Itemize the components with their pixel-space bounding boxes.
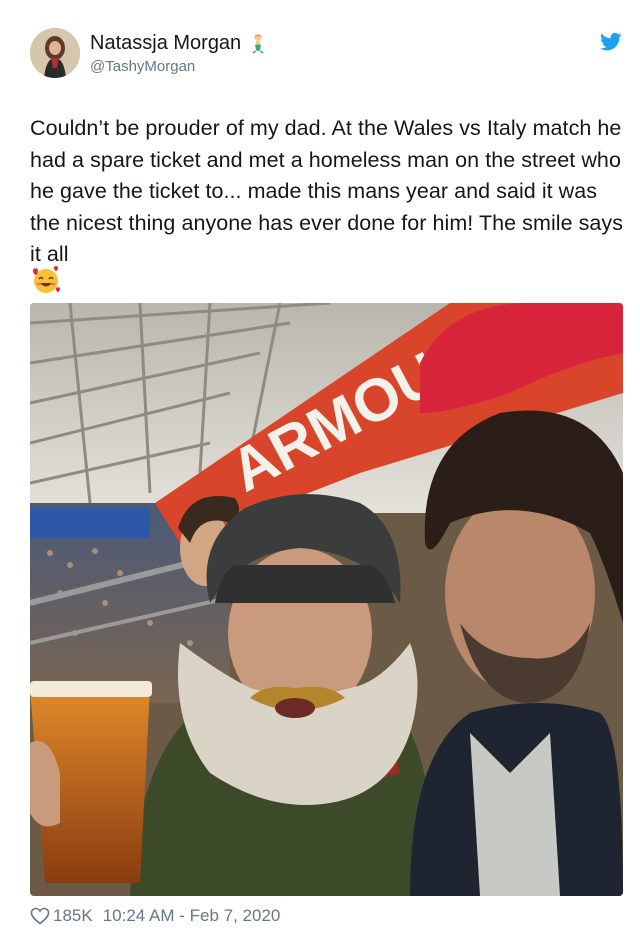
display-name-row: Natassja Morgan bbox=[90, 32, 269, 55]
smiling-face-with-hearts-emoji-icon bbox=[33, 266, 60, 293]
twitter-bird-icon[interactable] bbox=[600, 32, 622, 52]
tweet-text: Couldn’t be prouder of my dad. At the Wa… bbox=[30, 116, 624, 266]
display-name[interactable]: Natassja Morgan bbox=[90, 32, 241, 55]
mermaid-emoji-icon bbox=[252, 33, 265, 53]
like-count[interactable]: 185K bbox=[53, 906, 93, 926]
heart-outline-icon[interactable] bbox=[30, 907, 50, 925]
tweet-header: Natassja Morgan @TashyMorgan bbox=[30, 28, 622, 82]
user-handle[interactable]: @TashyMorgan bbox=[90, 58, 195, 75]
tweet-footer: 185K 10:24 AM - Feb 7, 2020 bbox=[30, 906, 280, 926]
tweet-photo[interactable]: ARMOU bbox=[30, 303, 623, 896]
tweet-timestamp[interactable]: 10:24 AM - Feb 7, 2020 bbox=[103, 906, 281, 926]
avatar[interactable] bbox=[30, 28, 80, 78]
tweet-card: Natassja Morgan @TashyMorgan Couldn’t be… bbox=[0, 0, 640, 937]
